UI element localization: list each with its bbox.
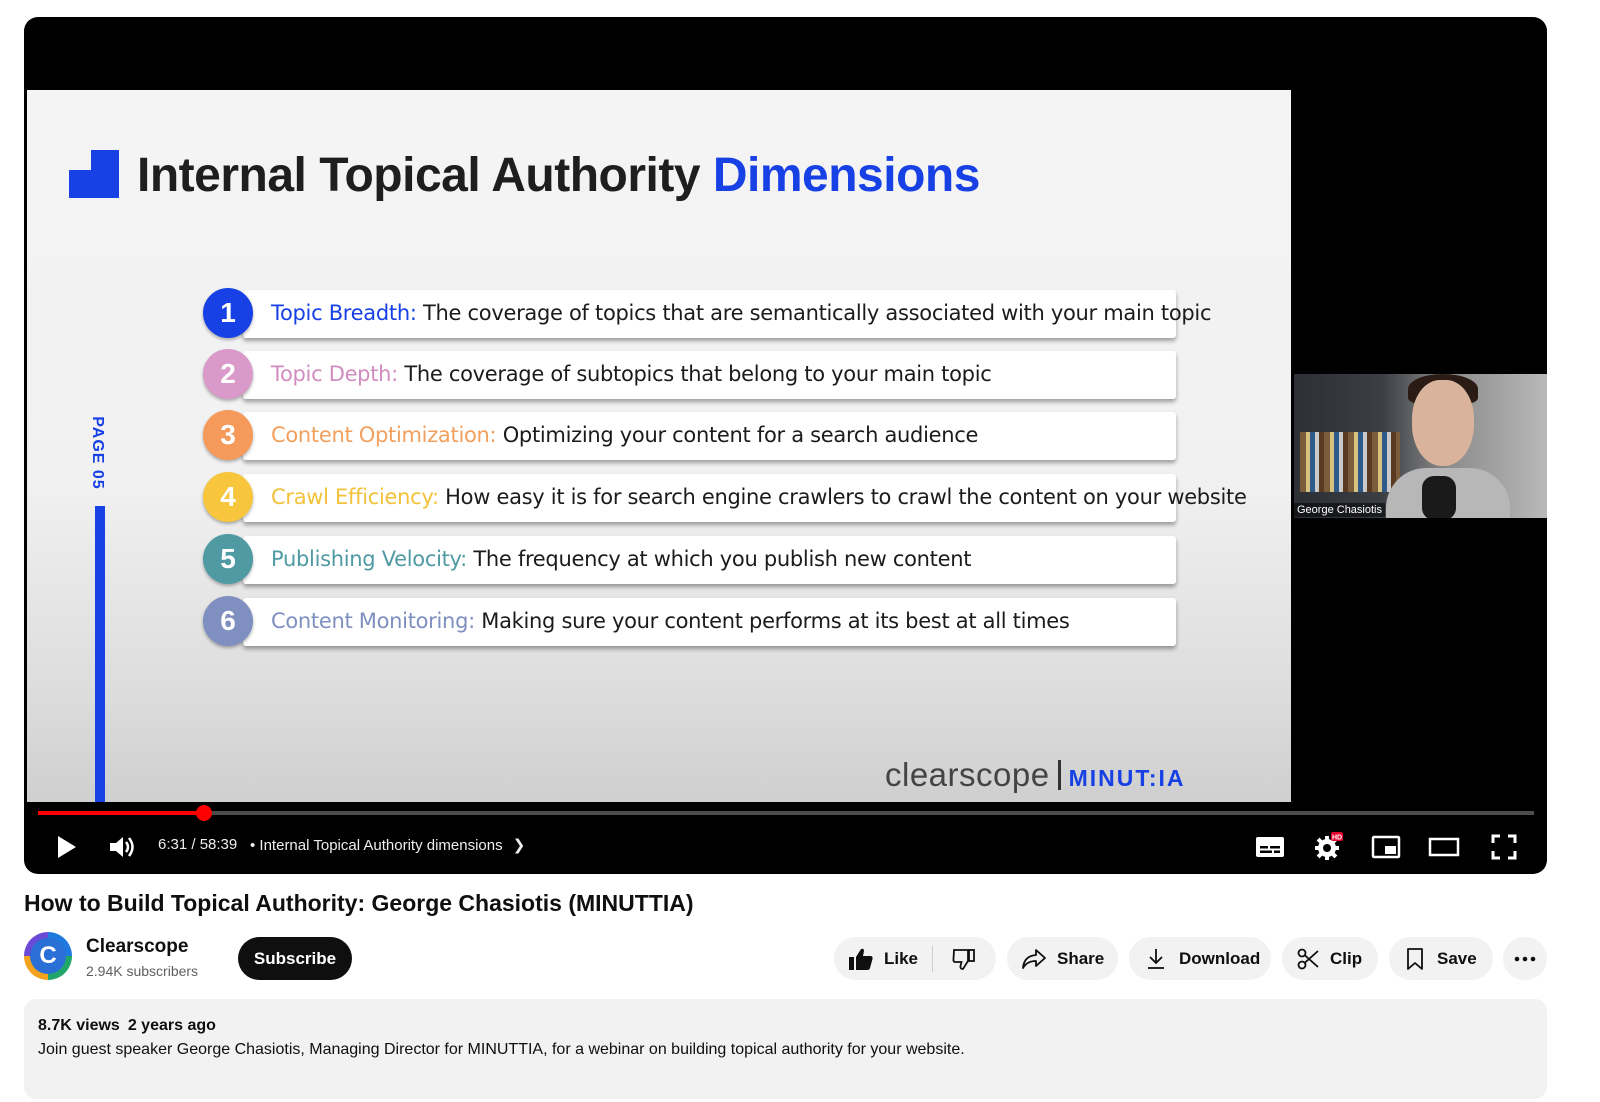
- miniplayer-icon: [1371, 835, 1401, 859]
- dimension-item: 4 Crawl Efficiency: How easy it is for se…: [203, 472, 1247, 526]
- page-label: PAGE 05: [89, 416, 106, 490]
- dimension-item: 6 Content Monitoring: Making sure your co…: [203, 596, 1178, 650]
- slide-title: Internal Topical Authority Dimensions: [137, 149, 980, 202]
- video-stats: 8.7K views 2 years ago: [38, 1017, 216, 1034]
- dimension-number: 1: [203, 288, 253, 338]
- settings-button[interactable]: HD: [1310, 829, 1346, 865]
- speaker-name-tag: George Chasiotis: [1294, 503, 1385, 517]
- thumbs-up-icon: [849, 948, 873, 970]
- theater-icon: [1428, 837, 1460, 857]
- like-button[interactable]: Like: [834, 937, 932, 980]
- page-bar: [95, 506, 105, 802]
- chevron-right-icon: ❯: [512, 837, 526, 854]
- video-player[interactable]: Internal Topical Authority Dimensions PA…: [24, 17, 1547, 874]
- channel-avatar[interactable]: C: [24, 932, 72, 980]
- progress-bar[interactable]: [38, 805, 1534, 821]
- speaker-webcam: George Chasiotis: [1294, 374, 1547, 518]
- clip-button[interactable]: Clip: [1282, 937, 1378, 980]
- dislike-button[interactable]: [933, 937, 995, 980]
- dimension-text: Crawl Efficiency: How easy it is for sea…: [271, 485, 1247, 509]
- bookmark-icon: [1407, 947, 1423, 970]
- dimension-number: 3: [203, 410, 253, 460]
- miniplayer-button[interactable]: [1368, 829, 1404, 865]
- slide-brand: clearscope MINUT:IA: [885, 756, 1186, 793]
- captions-button[interactable]: [1252, 829, 1288, 865]
- chapter-link[interactable]: • Internal Topical Authority dimensions …: [250, 836, 525, 854]
- description-box[interactable]: 8.7K views 2 years ago Join guest speaker…: [24, 999, 1547, 1099]
- dimension-text: Content Monitoring: Making sure your con…: [271, 609, 1070, 633]
- gear-icon: HD: [1315, 832, 1343, 860]
- volume-icon: [110, 837, 134, 857]
- subscriber-count: 2.94K subscribers: [86, 963, 199, 979]
- slide-logo-icon: [69, 150, 119, 198]
- thumbs-down-icon: [952, 948, 975, 970]
- microphone-icon: [1422, 476, 1456, 518]
- download-button[interactable]: Download: [1129, 937, 1271, 980]
- player-controls: 6:31 / 58:39 • Internal Topical Authorit…: [24, 825, 1547, 865]
- scissors-icon: [1297, 948, 1319, 969]
- dimension-item: 3 Content Optimization: Optimizing your c…: [203, 410, 1178, 464]
- dimension-number: 2: [203, 349, 253, 399]
- dimension-text: Content Optimization: Optimizing your co…: [271, 423, 979, 447]
- slide-frame: Internal Topical Authority Dimensions PA…: [27, 90, 1291, 802]
- subscribe-button[interactable]: Subscribe: [238, 937, 352, 980]
- captions-icon: [1256, 837, 1284, 857]
- download-icon: [1148, 948, 1164, 969]
- dimension-item: 1 Topic Breadth: The coverage of topics t…: [203, 288, 1212, 342]
- dimension-text: Topic Breadth: The coverage of topics th…: [271, 301, 1212, 325]
- play-button[interactable]: [48, 829, 84, 865]
- fullscreen-icon: [1491, 834, 1517, 860]
- more-horizontal-icon: [1514, 956, 1536, 961]
- channel-name[interactable]: Clearscope: [86, 936, 188, 958]
- video-title: How to Build Topical Authority: George C…: [24, 890, 694, 916]
- dimension-number: 6: [203, 596, 253, 646]
- theater-mode-button[interactable]: [1426, 829, 1462, 865]
- play-icon: [58, 836, 76, 858]
- share-icon: [1022, 948, 1046, 969]
- share-button[interactable]: Share: [1007, 937, 1118, 980]
- svg-text:HD: HD: [1332, 835, 1342, 842]
- description-text: Join guest speaker George Chasiotis, Man…: [38, 1041, 965, 1058]
- dimension-number: 5: [203, 534, 253, 584]
- volume-button[interactable]: [104, 829, 140, 865]
- more-actions-button[interactable]: [1503, 937, 1547, 980]
- dimension-text: Topic Depth: The coverage of subtopics t…: [271, 362, 992, 386]
- dimension-number: 4: [203, 472, 253, 522]
- save-button[interactable]: Save: [1389, 937, 1493, 980]
- dimension-item: 5 Publishing Velocity: The frequency at w…: [203, 534, 1178, 588]
- time-display: 6:31 / 58:39: [158, 836, 238, 853]
- dimension-text: Publishing Velocity: The frequency at wh…: [271, 547, 972, 571]
- fullscreen-button[interactable]: [1486, 829, 1522, 865]
- dimension-item: 2 Topic Depth: The coverage of subtopics …: [203, 349, 1178, 403]
- like-dislike-group: Like: [834, 937, 996, 980]
- scrubber-handle[interactable]: [196, 805, 213, 821]
